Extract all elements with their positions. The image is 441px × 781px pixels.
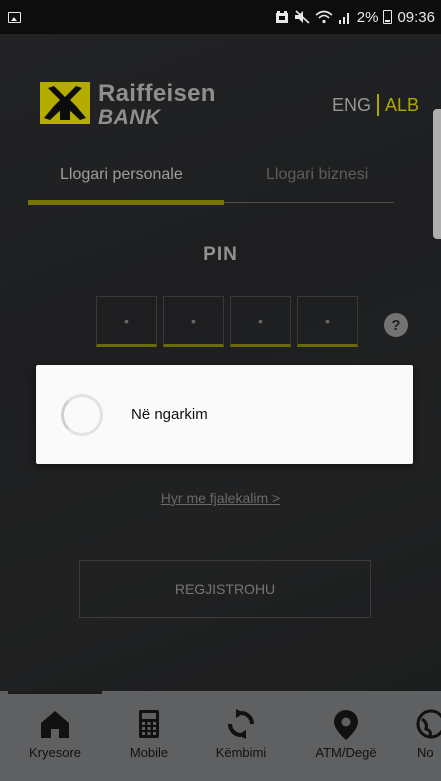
- loading-message: Në ngarkim: [131, 406, 208, 423]
- nav-label-mobile: Mobile: [129, 745, 169, 760]
- signal-icon: [338, 13, 349, 24]
- image-icon: [8, 11, 21, 23]
- battery-icon: [383, 10, 393, 24]
- location-pin-icon: [334, 710, 358, 740]
- battery-percent: 2%: [356, 8, 379, 26]
- nav-item-exchange[interactable]: Këmbimi: [196, 691, 286, 781]
- nav-item-atm[interactable]: ATM/Degë: [300, 691, 392, 781]
- loading-spinner-icon: [61, 393, 103, 436]
- nav-item-more[interactable]: No: [414, 691, 441, 781]
- mute-icon: [294, 10, 310, 24]
- nav-label-more: No: [417, 745, 434, 760]
- loading-dialog: Në ngarkim: [36, 365, 413, 464]
- bottom-navigation: Kryesore Mobile Këmbimi ATM/Degë No: [0, 691, 441, 781]
- status-bar: 2% 09:36: [0, 0, 441, 34]
- globe-icon: [416, 709, 441, 739]
- calculator-icon: [139, 710, 159, 738]
- wifi-icon: [315, 10, 333, 24]
- nav-item-mobile[interactable]: Mobile: [112, 691, 186, 781]
- nav-item-home[interactable]: Kryesore: [8, 691, 102, 781]
- alarm-icon: [275, 11, 288, 23]
- nav-label-exchange: Këmbimi: [215, 745, 267, 760]
- exchange-icon: [228, 709, 254, 739]
- status-time: 09:36: [397, 8, 435, 26]
- nav-label-atm: ATM/Degë: [315, 745, 377, 760]
- home-icon: [41, 711, 69, 738]
- nav-label-home: Kryesore: [28, 745, 82, 760]
